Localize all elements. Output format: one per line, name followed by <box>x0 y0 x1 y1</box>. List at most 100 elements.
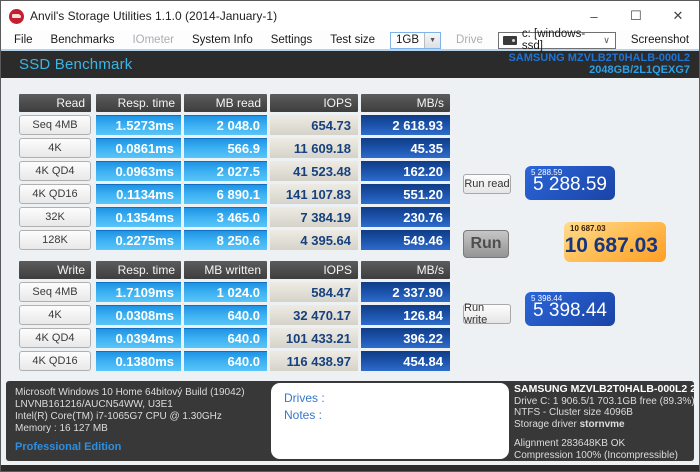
bottom-bar <box>1 465 699 471</box>
menu-settings[interactable]: Settings <box>262 34 322 46</box>
close-button[interactable]: ✕ <box>657 1 699 31</box>
resp-time-value: 1.7109ms <box>96 282 181 302</box>
mbs-value: 549.46 <box>361 230 450 250</box>
drive-value: c: [windows-ssd] <box>517 28 598 52</box>
menu-bar: File Benchmarks IOmeter System Info Sett… <box>1 31 699 49</box>
chevron-down-icon[interactable]: ▼ <box>424 33 440 48</box>
mbs-value: 454.84 <box>361 351 450 371</box>
notes-label: Notes : <box>284 407 509 424</box>
read-row-label[interactable]: 32K <box>19 207 91 227</box>
run-read-button[interactable]: Run read <box>463 174 511 194</box>
drives-label: Drives : <box>284 390 509 407</box>
window-title: Anvil's Storage Utilities 1.1.0 (2014-Ja… <box>30 9 277 23</box>
read-row-label[interactable]: 4K <box>19 138 91 158</box>
resp-time-value: 0.2275ms <box>96 230 181 250</box>
run-button[interactable]: Run <box>463 230 509 258</box>
mbs-value: 2 618.93 <box>361 115 450 135</box>
storage-driver-value: stornvme <box>580 419 625 430</box>
mbs-value: 230.76 <box>361 207 450 227</box>
table-row: 4K QD16 0.1134ms 6 890.1 141 107.83 551.… <box>19 184 450 204</box>
mb-written-header: MB written <box>184 261 267 279</box>
menu-file[interactable]: File <box>5 34 42 46</box>
mb-read-value: 3 465.0 <box>184 207 267 227</box>
iops-value: 141 107.83 <box>270 184 358 204</box>
app-window: Anvil's Storage Utilities 1.1.0 (2014-Ja… <box>0 0 700 472</box>
write-row-label[interactable]: 4K QD16 <box>19 351 91 371</box>
total-score: 10 687.03 <box>565 234 658 258</box>
resp-time-value: 1.5273ms <box>96 115 181 135</box>
iops-header: IOPS <box>270 261 358 279</box>
table-row: 4K 0.0861ms 566.9 11 609.18 45.35 <box>19 138 450 158</box>
filesystem-info: NTFS - Cluster size 4096B <box>514 407 694 419</box>
table-row: Seq 4MB 1.5273ms 2 048.0 654.73 2 618.93 <box>19 115 450 135</box>
device-name: SAMSUNG MZVLB2T0HALB-000L2 2048GB/2L1QEX… <box>508 53 690 76</box>
app-icon <box>9 9 24 24</box>
test-size-label: Test size <box>321 34 384 46</box>
read-row-label[interactable]: 4K QD16 <box>19 184 91 204</box>
menu-screenshot[interactable]: Screenshot <box>622 34 698 46</box>
benchmark-banner: SSD Benchmark SAMSUNG MZVLB2T0HALB-000L2… <box>1 51 699 78</box>
mb-read-value: 2 048.0 <box>184 115 267 135</box>
run-write-button[interactable]: Run write <box>463 304 511 324</box>
machine-info: LNVNB161216/AUCN54WW, U3E1 <box>15 399 245 411</box>
read-header-row: Read Resp. time MB read IOPS MB/s <box>19 94 450 112</box>
iops-value: 116 438.97 <box>270 351 358 371</box>
iops-value: 32 470.17 <box>270 305 358 325</box>
drive-select[interactable]: c: [windows-ssd] ∨ <box>498 32 616 49</box>
drives-notes-box[interactable]: Drives : Notes : <box>271 383 509 459</box>
read-row-label[interactable]: Seq 4MB <box>19 115 91 135</box>
read-row-label[interactable]: 4K QD4 <box>19 161 91 181</box>
write-row-label[interactable]: 4K <box>19 305 91 325</box>
device-title: SAMSUNG MZVLB2T0HALB-000L2 2048GB <box>514 384 694 396</box>
mbs-value: 162.20 <box>361 161 450 181</box>
mb-written-value: 1 024.0 <box>184 282 267 302</box>
mb-written-value: 640.0 <box>184 328 267 348</box>
maximize-button[interactable]: ☐ <box>615 1 657 31</box>
page-title: SSD Benchmark <box>19 56 132 73</box>
resp-time-value: 0.1380ms <box>96 351 181 371</box>
write-score: 5 398.44 <box>533 300 607 322</box>
table-row: Seq 4MB 1.7109ms 1 024.0 584.47 2 337.90 <box>19 282 450 302</box>
chevron-down-icon: ∨ <box>598 35 615 46</box>
write-table: Write Resp. time MB written IOPS MB/s Se… <box>19 261 450 371</box>
read-table: Read Resp. time MB read IOPS MB/s Seq 4M… <box>19 94 450 250</box>
write-row-label[interactable]: Seq 4MB <box>19 282 91 302</box>
table-row: 4K QD16 0.1380ms 640.0 116 438.97 454.84 <box>19 351 450 371</box>
cpu-info: Intel(R) Core(TM) i7-1065G7 CPU @ 1.30GH… <box>15 411 245 423</box>
resp-time-value: 0.0861ms <box>96 138 181 158</box>
mbs-value: 126.84 <box>361 305 450 325</box>
test-size-select[interactable]: 1GB ▼ <box>390 32 441 49</box>
mb-read-value: 8 250.6 <box>184 230 267 250</box>
system-info: Microsoft Windows 10 Home 64bitový Build… <box>15 387 245 435</box>
drive-icon <box>503 36 517 45</box>
iops-value: 11 609.18 <box>270 138 358 158</box>
menu-iometer: IOmeter <box>123 34 183 46</box>
iops-header: IOPS <box>270 94 358 112</box>
read-row-label[interactable]: 128K <box>19 230 91 250</box>
menu-system-info[interactable]: System Info <box>183 34 262 46</box>
storage-driver-line: Storage driver stornvme <box>514 419 694 431</box>
iops-value: 7 384.19 <box>270 207 358 227</box>
device-model: SAMSUNG MZVLB2T0HALB-000L2 <box>508 53 690 65</box>
device-info: SAMSUNG MZVLB2T0HALB-000L2 2048GB Drive … <box>514 384 694 461</box>
storage-driver-label: Storage driver <box>514 419 577 430</box>
mbs-header: MB/s <box>361 261 450 279</box>
read-score: 5 288.59 <box>533 174 607 196</box>
title-bar: Anvil's Storage Utilities 1.1.0 (2014-Ja… <box>1 1 699 31</box>
benchmark-tables: Read Resp. time MB read IOPS MB/s Seq 4M… <box>19 94 450 374</box>
table-row: 4K QD4 0.0963ms 2 027.5 41 523.48 162.20 <box>19 161 450 181</box>
mb-written-value: 640.0 <box>184 351 267 371</box>
minimize-button[interactable]: – <box>573 1 615 31</box>
menu-benchmarks[interactable]: Benchmarks <box>42 34 124 46</box>
mbs-value: 45.35 <box>361 138 450 158</box>
mbs-header: MB/s <box>361 94 450 112</box>
os-info: Microsoft Windows 10 Home 64bitový Build… <box>15 387 245 399</box>
write-row-label[interactable]: 4K QD4 <box>19 328 91 348</box>
mbs-value: 2 337.90 <box>361 282 450 302</box>
alignment-info: Alignment 283648KB OK <box>514 438 694 450</box>
drive-label: Drive <box>447 34 492 46</box>
write-score-box: 5 398.44 5 398.44 <box>525 292 615 326</box>
device-capacity: 2048GB/2L1QEXG7 <box>508 65 690 77</box>
edition-label: Professional Edition <box>15 441 121 453</box>
resp-time-header: Resp. time <box>96 261 181 279</box>
